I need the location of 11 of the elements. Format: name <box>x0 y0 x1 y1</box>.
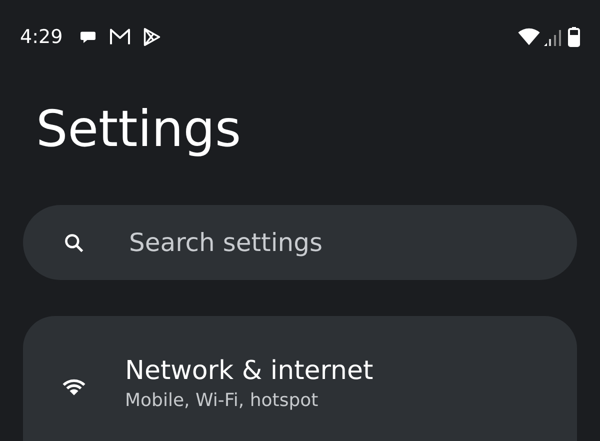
battery-icon <box>568 27 580 47</box>
status-time: 4:29 <box>20 26 63 48</box>
search-field[interactable]: Search settings <box>23 205 577 280</box>
wifi-icon <box>518 28 540 46</box>
page-title: Settings <box>36 104 242 160</box>
mail-icon <box>108 28 131 46</box>
setting-title[interactable]: Network & internet <box>125 354 374 388</box>
play-triangle-icon <box>142 27 161 47</box>
setting-subtitle: Mobile, Wi-Fi, hotspot <box>125 389 320 413</box>
search-icon <box>63 232 85 254</box>
signal-icon <box>544 28 564 46</box>
